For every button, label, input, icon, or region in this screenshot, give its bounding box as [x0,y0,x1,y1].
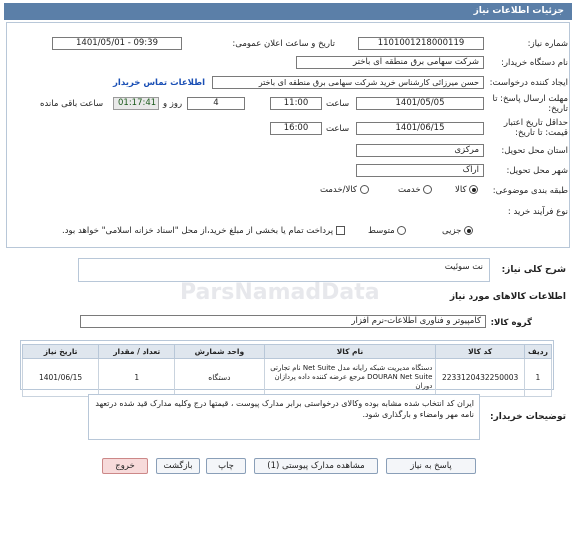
buyer-notes-label: توضیحات خریدار: [490,412,566,422]
category-option-service[interactable]: خدمت [398,185,433,195]
announce-field: 1401/05/01 - 09:39 [52,37,182,50]
print-button[interactable]: چاپ [206,458,246,474]
radio-icon [464,226,474,235]
table-row: 1 2233120432250003 دستگاه مدیریت شبکه را… [21,358,553,397]
cell-row: 1 [523,358,553,397]
col-row: ردیف [523,344,553,359]
buyer-notes-field: ایران کد انتخاب شده مشابه بوده وکالای در… [88,394,480,440]
summary-field: نت سوئیت [78,258,490,282]
radio-icon [397,226,407,235]
days-label: روز و [163,99,183,109]
buyer-org-label: نام دستگاه خریدار: [501,58,568,68]
category-option-goods-service[interactable]: کالا/خدمت [320,185,369,195]
city-field: اراک [356,164,484,177]
days-field: 4 [187,97,245,110]
col-qty: تعداد / مقدار [98,344,176,359]
need-number-label: شماره نیاز: [527,39,568,49]
creator-field: حسن میرزائی کارشناس خرید شرکت سهامی برق … [212,76,484,89]
province-label: استان محل تحویل: [501,146,568,156]
reply-button[interactable]: پاسخ به نیاز [386,458,476,474]
category-option-goods[interactable]: کالا [455,185,479,195]
reply-date-field: 1401/05/05 [356,97,484,110]
reply-deadline-label: مهلت ارسال پاسخ: تا تاریخ: [492,94,568,114]
reply-time-label: ساعت [326,99,350,109]
radio-icon [359,185,369,194]
validity-date-field: 1401/06/15 [356,122,484,135]
view-docs-button[interactable]: مشاهده مدارک پیوستی (1) [254,458,378,474]
cell-date: 1401/06/15 [21,358,100,397]
process-option-medium[interactable]: متوسط [368,226,407,236]
category-label: طبقه بندی موضوعی: [492,186,568,196]
reply-time-field: 11:00 [270,97,322,110]
process-label: نوع فرآیند خرید : [507,207,568,217]
cell-qty: 1 [98,358,176,397]
remaining-time-field: 01:17:41 [113,97,159,110]
page-header: جزئیات اطلاعات نیاز [4,3,572,20]
radio-icon [469,185,479,194]
payment-note: پرداخت تمام یا بخشی از مبلغ خرید،از محل … [62,226,345,236]
col-name: نام کالا [263,344,437,359]
watermark-logo: ParsNamadData [180,280,380,305]
goods-section-title: اطلاعات کالاهای مورد نیاز [449,292,566,302]
buyer-contact-link[interactable]: اطلاعات تماس خریدار [95,78,205,88]
cell-code: 2233120432250003 [435,358,525,397]
validity-label: حداقل تاریخ اعتبار قیمت: تا تاریخ: [503,118,568,138]
col-unit: واحد شمارش [174,344,265,359]
summary-label: شرح کلی نیاز: [501,265,566,275]
goods-table: ردیف کد کالا نام کالا واحد شمارش تعداد /… [21,344,553,397]
province-field: مرکزی [356,144,484,157]
process-option-minor[interactable]: جزیی [442,226,474,236]
cell-unit: دستگاه [174,358,265,397]
checkbox-icon[interactable] [335,226,345,235]
goods-group-field: کامپیوتر و فناوری اطلاعات-نرم افزار [80,315,486,328]
remaining-time-label: ساعت باقی مانده [40,99,104,109]
col-date: تاریخ نیاز [21,344,100,359]
creator-label: ایجاد کننده درخواست: [489,78,568,88]
announce-label: تاریخ و ساعت اعلان عمومی: [232,39,335,49]
page-title: جزئیات اطلاعات نیاز [473,6,564,16]
col-code: کد کالا [435,344,525,359]
city-label: شهر محل تحویل: [506,166,568,176]
cell-name: دستگاه مدیریت شبکه رایانه مدل Net Suite … [263,358,437,397]
need-details-panel [6,22,570,248]
need-number-field: 1101001218000119 [358,37,484,50]
validity-time-label: ساعت [326,124,350,134]
goods-group-label: گروه کالا: [490,318,532,328]
buyer-org-field: شرکت سهامی برق منطقه ای باختر [296,56,484,69]
back-button[interactable]: بازگشت [156,458,200,474]
radio-icon [423,185,433,194]
exit-button[interactable]: خروج [102,458,148,474]
validity-time-field: 16:00 [270,122,322,135]
